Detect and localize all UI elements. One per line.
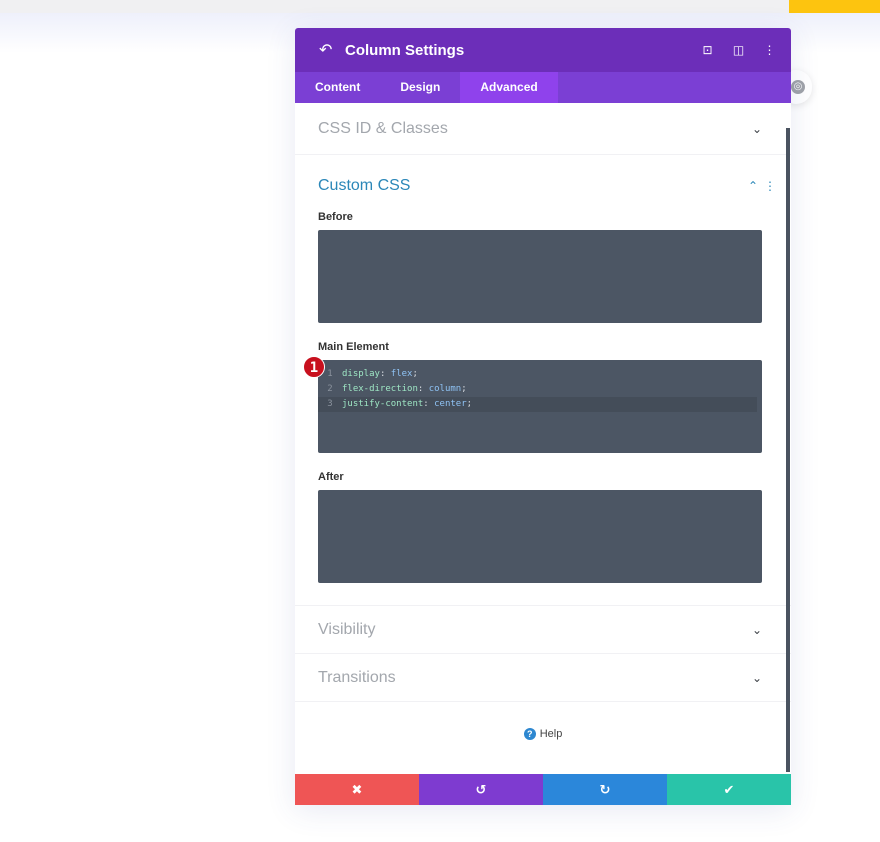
back-icon[interactable]: ↶ (319, 40, 345, 60)
modal-footer: ✖ ↺ ↻ ✔ (295, 774, 791, 805)
split-view-icon[interactable]: ◫ (723, 43, 754, 57)
yellow-bar (789, 0, 880, 13)
after-label: After (318, 471, 344, 483)
scrollbar[interactable] (786, 128, 790, 772)
cancel-button[interactable]: ✖ (295, 774, 419, 805)
main-element-editor[interactable]: 1 1 display: flex; 2 flex-direction: colum… (303, 356, 762, 453)
tab-bar: Content Design Advanced (295, 72, 791, 103)
tab-content[interactable]: Content (295, 72, 380, 103)
globe-icon: ◎ (791, 80, 805, 94)
chevron-down-icon: ⌄ (751, 670, 762, 685)
focus-icon[interactable]: ⊡ (692, 43, 723, 57)
modal-header: ↶ Column Settings ⊡ ◫ ⋮ (295, 28, 791, 72)
section-custom-css[interactable]: Custom CSS ⌃ ⋮ (295, 155, 791, 211)
after-textarea[interactable] (318, 490, 762, 583)
before-textarea[interactable] (318, 230, 762, 323)
main-element-label: Main Element (318, 341, 389, 353)
step-badge: 1 (303, 356, 325, 378)
modal-title: Column Settings (345, 41, 465, 59)
save-button[interactable]: ✔ (667, 774, 791, 805)
redo-button[interactable]: ↻ (543, 774, 667, 805)
help-icon: ? (523, 728, 536, 740)
help-link[interactable]: ? Help (295, 728, 791, 740)
more-icon[interactable]: ⋮ (764, 179, 776, 193)
chevron-down-icon: ⌄ (751, 121, 762, 136)
top-bar (0, 0, 880, 13)
chevron-down-icon: ⌄ (751, 622, 762, 637)
section-transitions[interactable]: Transitions ⌄ (295, 654, 791, 702)
section-visibility[interactable]: Visibility ⌄ (295, 606, 791, 654)
before-label: Before (318, 211, 353, 223)
tab-design[interactable]: Design (380, 72, 460, 103)
undo-button[interactable]: ↺ (419, 774, 543, 805)
tab-advanced[interactable]: Advanced (460, 72, 558, 103)
chevron-up-icon[interactable]: ⌃ (748, 179, 758, 193)
more-icon[interactable]: ⋮ (754, 43, 785, 57)
section-css-id[interactable]: CSS ID & Classes ⌄ (295, 103, 791, 155)
column-settings-modal: ↶ Column Settings ⊡ ◫ ⋮ Content Design A… (295, 28, 791, 805)
